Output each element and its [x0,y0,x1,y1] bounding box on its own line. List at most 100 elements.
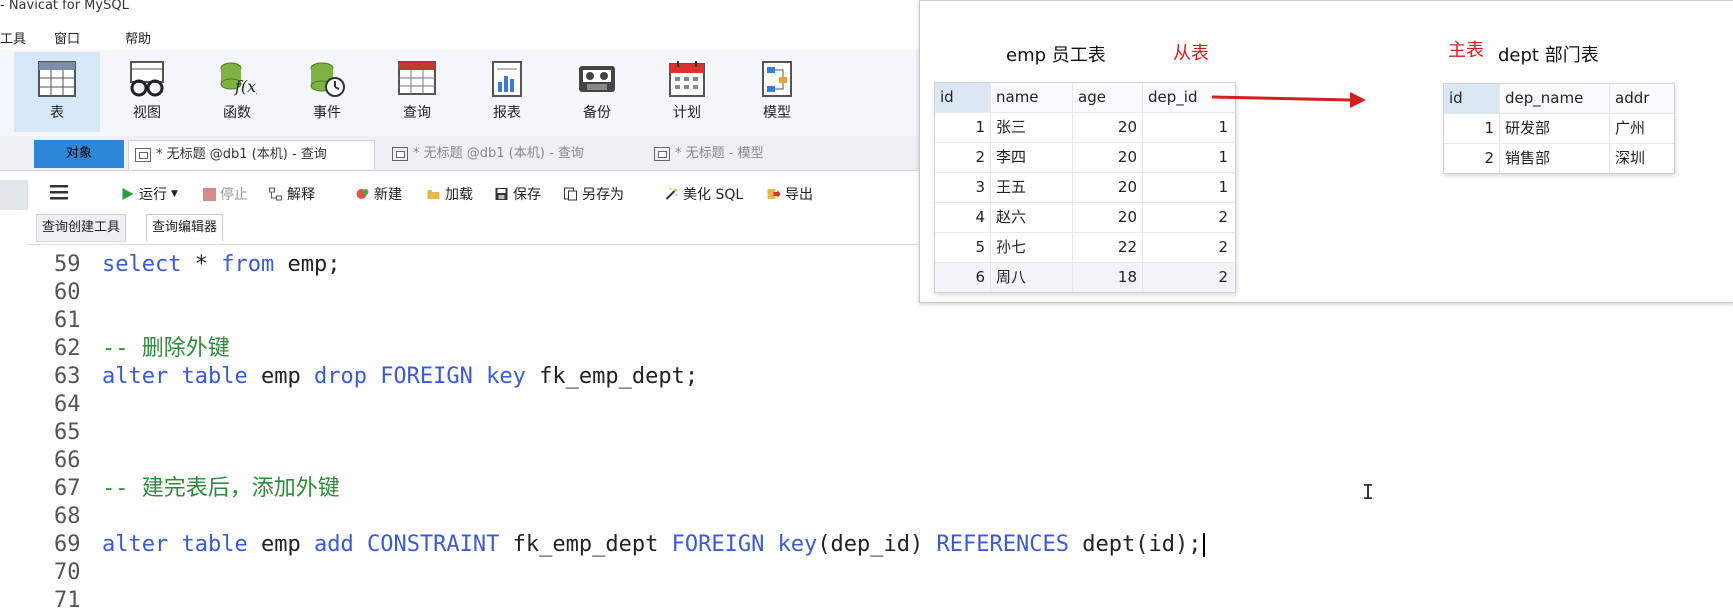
ribbon-schedule-button[interactable]: 计划 [644,52,730,132]
tab-label: * 无标题 - 模型 [675,146,764,161]
magic-wand-icon [665,188,678,200]
column-header[interactable]: id [1444,84,1500,113]
load-label: 加载 [445,187,473,203]
column-header[interactable]: age [1073,83,1143,112]
child-table-label: 从表 [1173,43,1209,64]
menu-tools[interactable]: 工具 [0,28,26,47]
keyword: REFERENCES [936,532,1069,557]
line-number: 60 [54,280,81,305]
load-button[interactable]: 加载 [426,184,473,204]
cell: 销售部 [1500,144,1610,173]
table-row[interactable]: 2 李四 20 1 [935,143,1235,173]
table-row[interactable]: 3 王五 20 1 [935,173,1235,203]
ribbon-table-button[interactable]: 表 [14,52,100,132]
column-header[interactable]: dep_name [1500,84,1610,113]
column-header[interactable]: id [935,83,991,112]
menu-help[interactable]: 帮助 [125,28,151,47]
ribbon-report-button[interactable]: 报表 [464,52,550,132]
tab-query-active[interactable]: * 无标题 @db1 (本机) - 查询 [128,140,375,169]
cell: 3 [935,173,991,202]
explain-label: 解释 [287,187,315,203]
table-row[interactable]: 2 销售部 深圳 [1444,144,1674,173]
export-button[interactable]: 导出 [766,184,813,204]
column-header[interactable]: name [991,83,1073,112]
beautify-sql-button[interactable]: 美化 SQL [664,184,743,204]
stop-button[interactable]: 停止 [203,184,248,204]
ribbon-query-button[interactable]: 查询 [374,52,460,132]
code-text: emp [247,532,314,557]
code-text: dept(id); [1068,532,1202,557]
ribbon-model-button[interactable]: 模型 [734,52,820,132]
table-row[interactable]: 4 赵六 20 2 [935,203,1235,233]
cell: 18 [1073,263,1143,292]
tab-query-builder[interactable]: 查询创建工具 [36,214,127,242]
sql-comment[interactable]: -- 建完表后，添加外键 [102,475,340,503]
code-line[interactable]: alter table emp drop FOREIGN key fk_emp_… [102,363,698,391]
cell: 研发部 [1500,114,1610,143]
cell: 2 [1218,268,1228,286]
ribbon-label: 视图 [133,105,161,121]
query-table-icon [398,61,436,95]
ribbon-function-button[interactable]: f(x) 函数 [194,52,280,132]
ribbon-event-button[interactable]: 事件 [284,52,370,132]
table-icon [38,61,76,97]
table-row[interactable]: 1 研发部 广州 [1444,114,1674,144]
play-icon [122,188,134,200]
cell: 20 [1073,113,1143,142]
run-label: 运行 [139,187,167,203]
ribbon-label: 备份 [583,105,611,121]
main-ribbon: 表 视图 f(x) 函数 事件 查询 报表 备份 计划 模型 [0,50,930,136]
save-button[interactable]: 保存 [494,184,541,204]
table-header-row: id name age dep_id [935,83,1235,113]
ribbon-label: 模型 [763,105,791,121]
code-line[interactable]: select * from emp; [102,251,340,279]
tab-query-2[interactable]: * 无标题 @db1 (本机) - 查询 [386,140,636,168]
run-dropdown-chevron-icon[interactable]: ▼ [171,189,178,199]
hamburger-menu-button[interactable] [50,184,68,200]
model-diagram-icon [762,61,792,97]
ribbon-backup-button[interactable]: 备份 [554,52,640,132]
emp-table-title: emp 员工表 [1006,45,1106,66]
dept-table: id dep_name addr 1 研发部 广州 2 销售部 深圳 [1443,83,1675,174]
run-button[interactable]: 运行 ▼ [120,184,178,204]
keyword: FOREIGN [380,364,473,389]
tab-query-editor[interactable]: 查询编辑器 [146,214,224,241]
line-number: 61 [54,308,81,333]
keyword: FOREIGN [671,532,765,557]
ribbon-view-button[interactable]: 视图 [104,52,190,132]
query-tab-icon [135,147,151,162]
keyword: from [221,252,275,277]
keyword: key [777,532,818,557]
tab-model[interactable]: * 无标题 - 模型 [648,140,898,168]
cell: 20 [1073,203,1143,232]
table-row[interactable]: 1 张三 20 1 [935,113,1235,143]
table-header-row: id dep_name addr [1444,84,1674,114]
parent-table-label: 主表 [1448,40,1484,61]
column-header[interactable]: addr [1610,84,1672,113]
query-tab-icon [392,146,408,161]
cell: 李四 [991,143,1073,172]
new-button[interactable]: 新建 [355,184,402,204]
save-as-button[interactable]: 另存为 [563,184,624,204]
explain-button[interactable]: 解释 [268,184,315,204]
cell: 深圳 [1615,149,1646,167]
cell: 22 [1073,233,1143,262]
menu-bar: 工具 窗口 帮助 [0,24,930,48]
code-line[interactable]: alter table emp add CONSTRAINT fk_emp_de… [102,531,1206,559]
cell: 周八 [991,263,1073,292]
tab-objects[interactable]: 对象 [34,140,124,168]
menu-window[interactable]: 窗口 [54,28,80,47]
cell: 1 [1218,178,1228,196]
save-as-icon [564,187,577,201]
sql-comment[interactable]: -- 删除外键 [102,335,230,363]
cell: 2 [1218,208,1228,226]
keyword: key [486,364,526,389]
table-row[interactable]: 6 周八 18 2 [935,263,1235,292]
keyword: table [181,364,248,389]
table-row[interactable]: 5 孙七 22 2 [935,233,1235,263]
schedule-calendar-icon [669,61,705,97]
svg-text:f(x): f(x) [234,77,257,96]
ribbon-label: 事件 [313,105,341,121]
save-disk-icon [495,188,508,200]
export-icon [767,189,781,199]
